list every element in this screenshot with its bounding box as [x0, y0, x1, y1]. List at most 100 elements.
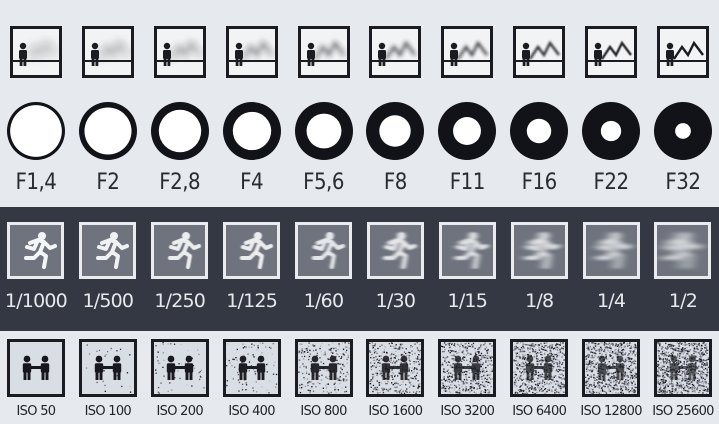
iso-label: ISO 25600 [652, 404, 714, 419]
depth-of-field-icon [441, 26, 494, 78]
aperture-cell [288, 101, 360, 161]
shutter-cell [647, 222, 719, 279]
shutter-speed-label: 1/4 [596, 290, 626, 312]
aperture-icon [222, 101, 282, 161]
aperture-label-cell: F32 [647, 170, 719, 195]
aperture-icon [509, 101, 569, 161]
dof-cell [144, 26, 216, 78]
aperture-label-cell: F4 [216, 170, 288, 195]
iso-label: ISO 12800 [580, 404, 642, 419]
depth-of-field-icon [81, 26, 134, 78]
shutter-cell [359, 222, 431, 279]
aperture-label: F1,4 [15, 170, 57, 195]
aperture-icon [437, 101, 497, 161]
shutter-label-cell: 1/60 [288, 290, 360, 312]
iso-cell [503, 339, 575, 397]
aperture-icon [365, 101, 425, 161]
dof-cell [359, 26, 431, 78]
aperture-icon [78, 101, 138, 161]
iso-label-cell: ISO 100 [72, 404, 144, 419]
shutter-speed-label: 1/1000 [4, 290, 68, 312]
iso-cell [431, 339, 503, 397]
shutter-label-cell: 1/8 [503, 290, 575, 312]
depth-of-field-icon [513, 26, 566, 78]
shutter-cell [72, 222, 144, 279]
iso-noise-icon [222, 339, 281, 397]
shutter-cell [288, 222, 360, 279]
shutter-speed-icon [510, 222, 568, 279]
iso-label-cell: ISO 50 [0, 404, 72, 419]
shutter-cell [144, 222, 216, 279]
shutter-speed-icon [7, 222, 65, 279]
shutter-speed-icon [654, 222, 712, 279]
aperture-ring-icons [0, 101, 719, 161]
shutter-label-cell: 1/30 [359, 290, 431, 312]
aperture-labels: F1,4 F2 F2,8 F4 F5,6 F8 F11 F16 F22 F32 [0, 170, 719, 195]
iso-noise-icon [510, 339, 569, 397]
aperture-cell [0, 101, 72, 161]
shutter-speed-labels: 1/1000 1/500 1/250 1/125 1/60 1/30 1/15 1/8 1/4 1… [0, 290, 719, 312]
aperture-label: F22 [593, 170, 630, 195]
iso-cell [72, 339, 144, 397]
iso-label: ISO 3200 [440, 404, 495, 419]
shutter-label-cell: 1/1000 [0, 290, 72, 312]
aperture-label-cell: F16 [503, 170, 575, 195]
aperture-label: F4 [240, 170, 264, 195]
aperture-label-cell: F5,6 [288, 170, 360, 195]
iso-cell [288, 339, 360, 397]
iso-label-cell: ISO 6400 [503, 404, 575, 419]
shutter-speed-icon [366, 222, 424, 279]
shutter-cell [216, 222, 288, 279]
aperture-label-cell: F8 [359, 170, 431, 195]
dof-cell [575, 26, 647, 78]
shutter-cell [0, 222, 72, 279]
iso-label-cell: ISO 200 [144, 404, 216, 419]
shutter-speed-label: 1/125 [226, 290, 278, 312]
shutter-label-cell: 1/4 [575, 290, 647, 312]
aperture-cell [431, 101, 503, 161]
shutter-speed-label: 1/15 [447, 290, 488, 312]
shutter-speed-label: 1/60 [303, 290, 344, 312]
depth-of-field-icon [656, 26, 709, 78]
shutter-speed-label: 1/8 [525, 290, 554, 312]
shutter-speed-icon [223, 222, 281, 279]
iso-label-cell: ISO 1600 [359, 404, 431, 419]
shutter-speed-label: 1/30 [375, 290, 416, 312]
iso-cell [144, 339, 216, 397]
iso-cell [575, 339, 647, 397]
aperture-cell [72, 101, 144, 161]
shutter-label-cell: 1/15 [431, 290, 503, 312]
aperture-icon [294, 101, 354, 161]
depth-of-field-icon [369, 26, 422, 78]
aperture-label: F2,8 [159, 170, 201, 195]
iso-label: ISO 200 [156, 404, 204, 419]
iso-noise-icon [150, 339, 209, 397]
shutter-speed-icons [0, 222, 719, 279]
shutter-label-cell: 1/500 [72, 290, 144, 312]
iso-label: ISO 400 [228, 404, 275, 419]
dof-cell [72, 26, 144, 78]
aperture-label: F2 [96, 170, 120, 195]
aperture-cell [359, 101, 431, 161]
aperture-label: F5,6 [303, 170, 344, 195]
iso-label: ISO 800 [300, 404, 347, 419]
iso-noise-icon [582, 339, 641, 397]
aperture-cell [503, 101, 575, 161]
aperture-label-cell: F2 [72, 170, 144, 195]
dof-cell [216, 26, 288, 78]
aperture-label: F32 [665, 170, 701, 195]
shutter-label-cell: 1/125 [216, 290, 288, 312]
shutter-label-cell: 1/250 [144, 290, 216, 312]
iso-noise-icon [438, 339, 497, 397]
shutter-speed-icon [151, 222, 209, 279]
iso-label-cell: ISO 12800 [575, 404, 647, 419]
depth-of-field-icon [297, 26, 350, 78]
shutter-speed-label: 1/500 [82, 290, 134, 312]
aperture-label: F16 [521, 170, 558, 195]
shutter-cell [575, 222, 647, 279]
aperture-label: F11 [449, 170, 486, 195]
iso-labels: ISO 50 ISO 100 ISO 200 ISO 400 ISO 800 ISO 16… [0, 404, 719, 419]
aperture-icon [581, 101, 641, 161]
iso-noise-icon [78, 339, 137, 397]
shutter-speed-icon [79, 222, 137, 279]
